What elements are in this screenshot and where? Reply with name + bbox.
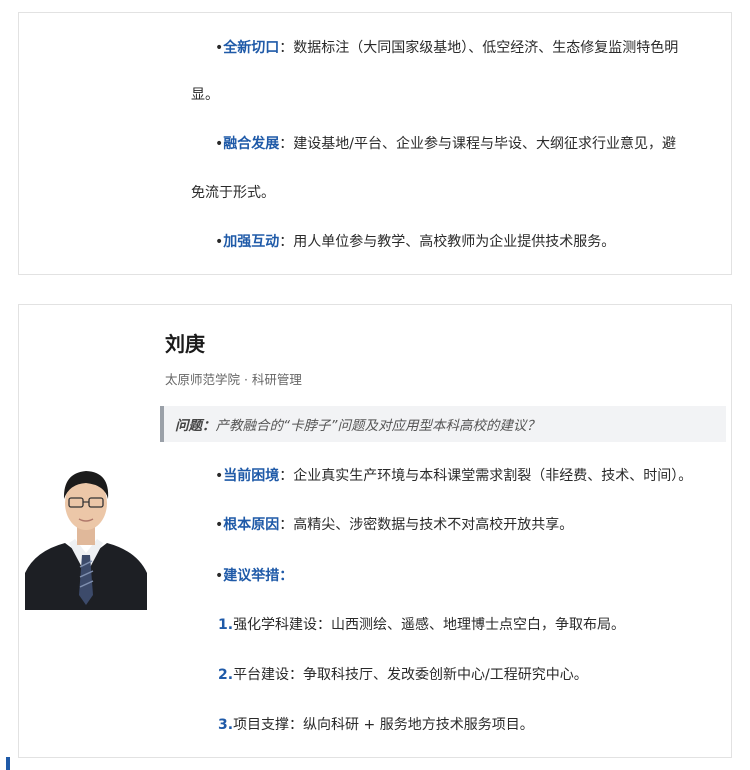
item-2-line1: •融合发展：建设基地/平台、企业参与课程与毕设、大纲征求行业意见，避 (215, 136, 676, 152)
measure-1: 1.强化学科建设：山西测绘、遥感、地理博士点空白，争取布局。 (218, 617, 626, 633)
bullet-cause: •根本原因：高精尖、涉密数据与技术不对高校开放共享。 (215, 517, 574, 533)
item-3-label: 加强互动 (223, 234, 280, 250)
profile-name: 刘庚 (165, 332, 205, 356)
bullet-measures: •建议举措： (215, 568, 294, 584)
question-box: 问题：产教融合的“卡脖子”问题及对应用型本科高校的建议？ (160, 406, 726, 442)
question-label: 问题： (175, 418, 216, 434)
item-3-text: 用人单位参与教学、高校教师为企业提供技术服务。 (293, 234, 616, 250)
item-1-line2: 显。 (191, 87, 219, 103)
item-1-label: 全新切口 (223, 40, 280, 56)
measure-3: 3.项目支撑：纵向科研 + 服务地方技术服务项目。 (218, 717, 534, 733)
item-2-label: 融合发展 (223, 136, 280, 152)
portrait-photo (25, 455, 147, 610)
question-text: 产教融合的“卡脖子”问题及对应用型本科高校的建议？ (215, 418, 541, 434)
measure-2: 2.平台建设：争取科技厅、发改委创新中心/工程研究中心。 (218, 667, 588, 683)
item-2-text: 建设基地/平台、企业参与课程与毕设、大纲征求行业意见，避 (293, 136, 676, 152)
item-1-line1: •全新切口：数据标注（大同国家级基地）、低空经济、生态修复监测特色明 (215, 40, 679, 56)
profile-affiliation: 太原师范学院 · 科研管理 (165, 372, 302, 387)
bullet-current: •当前困境：企业真实生产环境与本科课堂需求割裂（非经费、技术、时间）。 (215, 468, 693, 484)
item-3-line1: •加强互动：用人单位参与教学、高校教师为企业提供技术服务。 (215, 234, 616, 250)
item-1-text: 数据标注（大同国家级基地）、低空经济、生态修复监测特色明 (293, 40, 679, 56)
top-card: •全新切口：数据标注（大同国家级基地）、低空经济、生态修复监测特色明 显。 •融… (18, 12, 732, 275)
profile-card: 刘庚 太原师范学院 · 科研管理 问题：产教融合的“卡脖子”问题及对应用型本科高… (18, 304, 732, 758)
item-2-line2: 免流于形式。 (191, 185, 275, 201)
side-accent-marker (6, 757, 10, 770)
